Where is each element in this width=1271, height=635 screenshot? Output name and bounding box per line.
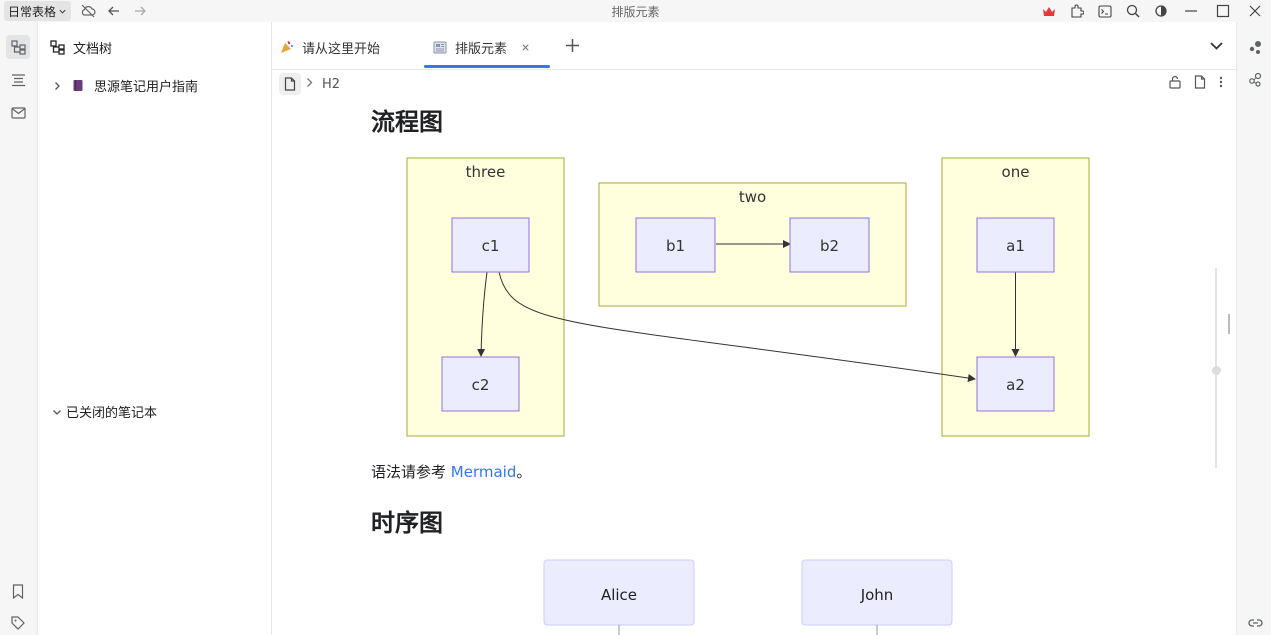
svg-text:c2: c2 <box>472 376 490 394</box>
syntax-text: 语法请参考 <box>371 463 451 481</box>
node-b2[interactable]: b2 <box>789 217 870 273</box>
file-tree-icon[interactable] <box>6 35 30 59</box>
actor-john[interactable]: John <box>801 559 953 635</box>
closed-notebooks-section[interactable]: 已关闭的笔记本 <box>52 402 157 421</box>
maximize-icon[interactable] <box>1207 0 1239 22</box>
file-tree-icon <box>50 40 65 55</box>
svg-text:John: John <box>860 586 894 604</box>
svg-text:c1: c1 <box>482 237 500 255</box>
chevron-right-icon <box>305 77 314 92</box>
global-graph-icon[interactable] <box>1244 68 1266 90</box>
back-arrow-icon[interactable] <box>105 2 123 20</box>
doc-info-icon[interactable] <box>1194 75 1206 93</box>
minimize-icon[interactable] <box>1175 0 1207 22</box>
subgraph-title: two <box>739 188 766 206</box>
svg-text:b2: b2 <box>820 237 839 255</box>
workspace-button[interactable]: 日常表格 <box>4 1 72 21</box>
plugin-icon[interactable] <box>1063 0 1091 22</box>
file-tree-panel: 文档树 思源笔记用户指南 已关闭的笔记本 <box>38 22 272 635</box>
actor-alice[interactable]: Alice <box>543 559 695 635</box>
outline-icon[interactable] <box>6 68 30 92</box>
active-tab-indicator <box>424 65 550 68</box>
editor-content[interactable]: 流程图 three two one c1 c2 b1 b2 a1 a2 语法请参… <box>272 100 1236 635</box>
node-c1[interactable]: c1 <box>451 217 530 273</box>
graph-view-icon[interactable] <box>1244 36 1266 58</box>
close-window-icon[interactable] <box>1239 0 1271 22</box>
notebook-label: 思源笔记用户指南 <box>94 80 199 95</box>
search-icon[interactable] <box>1119 0 1147 22</box>
chevron-right-icon[interactable] <box>52 81 62 91</box>
breadcrumb-heading-level[interactable]: H2 <box>322 77 340 92</box>
workspace-label: 日常表格 <box>8 4 57 19</box>
mermaid-link[interactable]: Mermaid <box>451 463 517 481</box>
left-dock <box>0 22 38 635</box>
party-popper-icon <box>281 40 293 53</box>
close-tab-icon[interactable] <box>521 43 530 52</box>
svg-text:a2: a2 <box>1006 376 1025 394</box>
chevron-down-icon[interactable] <box>52 407 62 417</box>
forward-arrow-icon[interactable] <box>131 2 149 20</box>
cloud-off-icon[interactable] <box>79 2 97 20</box>
subgraph-title: one <box>1002 163 1030 181</box>
tab-list-chevron-icon[interactable] <box>1209 38 1224 57</box>
theme-mode-icon[interactable] <box>1147 0 1175 22</box>
breadcrumb: H2 <box>272 70 1236 100</box>
tab-start-here[interactable]: 请从这里开始 <box>280 36 380 58</box>
scroll-indicator-dot[interactable] <box>1212 366 1221 375</box>
tab-typography[interactable]: 排版元素 <box>433 36 530 58</box>
mermaid-flowchart[interactable]: three two one c1 c2 b1 b2 a1 a2 <box>272 100 1236 445</box>
notebook-icon <box>73 80 83 91</box>
file-tree-title: 文档树 <box>73 42 113 57</box>
mermaid-sequence-diagram[interactable]: Alice John <box>272 555 1236 635</box>
add-tab-icon[interactable] <box>565 34 580 58</box>
more-options-icon[interactable] <box>1218 75 1224 93</box>
unlock-icon[interactable] <box>1168 75 1182 93</box>
tab-label: 请从这里开始 <box>302 41 381 57</box>
inbox-icon[interactable] <box>6 101 30 125</box>
svg-text:a1: a1 <box>1006 237 1025 255</box>
heading-sequence[interactable]: 时序图 <box>371 503 443 538</box>
document-icon[interactable] <box>279 73 301 95</box>
right-dock <box>1236 22 1271 635</box>
svg-text:b1: b1 <box>666 237 685 255</box>
node-c2[interactable]: c2 <box>441 356 520 412</box>
bookmark-icon[interactable] <box>6 579 30 603</box>
terminal-icon[interactable] <box>1091 0 1119 22</box>
node-b1[interactable]: b1 <box>635 217 716 273</box>
node-a1[interactable]: a1 <box>976 217 1055 273</box>
file-tree-header: 文档树 <box>50 38 112 57</box>
newspaper-icon <box>433 41 447 53</box>
subgraph-title: three <box>466 163 506 181</box>
svg-text:Alice: Alice <box>601 586 637 604</box>
title-bar: 日常表格 排版元素 <box>0 0 1271 22</box>
scrollbar-thumb[interactable] <box>1228 314 1230 334</box>
syntax-paragraph[interactable]: 语法请参考 Mermaid。 <box>371 461 531 482</box>
tab-label: 排版元素 <box>455 41 508 57</box>
backlink-icon[interactable] <box>1244 612 1266 634</box>
tag-icon[interactable] <box>6 611 30 635</box>
tab-bar: 请从这里开始 排版元素 <box>272 22 1236 70</box>
closed-notebooks-label: 已关闭的笔记本 <box>66 406 158 421</box>
node-a2[interactable]: a2 <box>976 356 1055 412</box>
crown-icon[interactable] <box>1035 0 1063 22</box>
notebook-item[interactable]: 思源笔记用户指南 <box>52 76 198 95</box>
chevron-down-icon <box>59 9 66 14</box>
syntax-suffix: 。 <box>516 463 532 481</box>
